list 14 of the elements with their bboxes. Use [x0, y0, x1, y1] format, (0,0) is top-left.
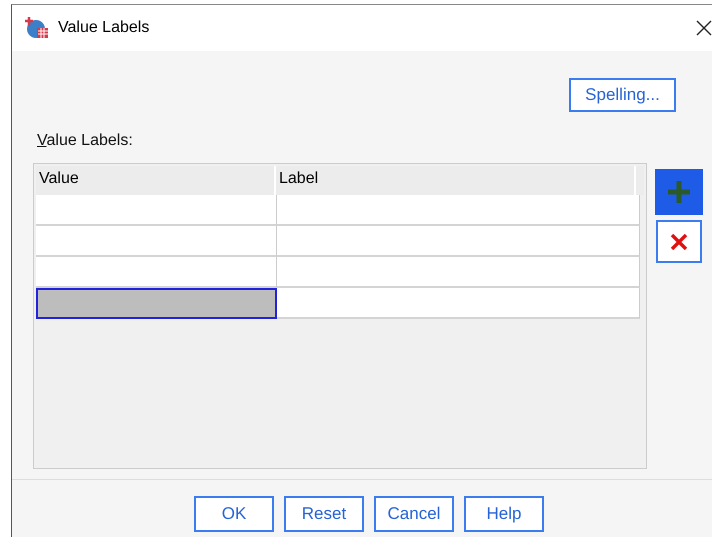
close-icon[interactable]: [696, 20, 712, 36]
dialog-button[interactable]: Cancel: [374, 496, 454, 532]
value-labels-label: Value Labels:: [37, 132, 134, 150]
plus-icon: [667, 180, 691, 204]
add-button[interactable]: [655, 169, 703, 215]
dialog-button[interactable]: Reset: [284, 496, 364, 532]
delete-icon: [670, 234, 688, 250]
dialog-button[interactable]: Help: [464, 496, 544, 532]
app-icon: [25, 16, 49, 40]
delete-button[interactable]: [656, 220, 702, 263]
window-title: Value Labels: [58, 19, 150, 37]
table-cell[interactable]: [36, 288, 277, 319]
dialog-button[interactable]: OK: [194, 496, 274, 532]
spelling-button[interactable]: Spelling...: [569, 78, 676, 112]
